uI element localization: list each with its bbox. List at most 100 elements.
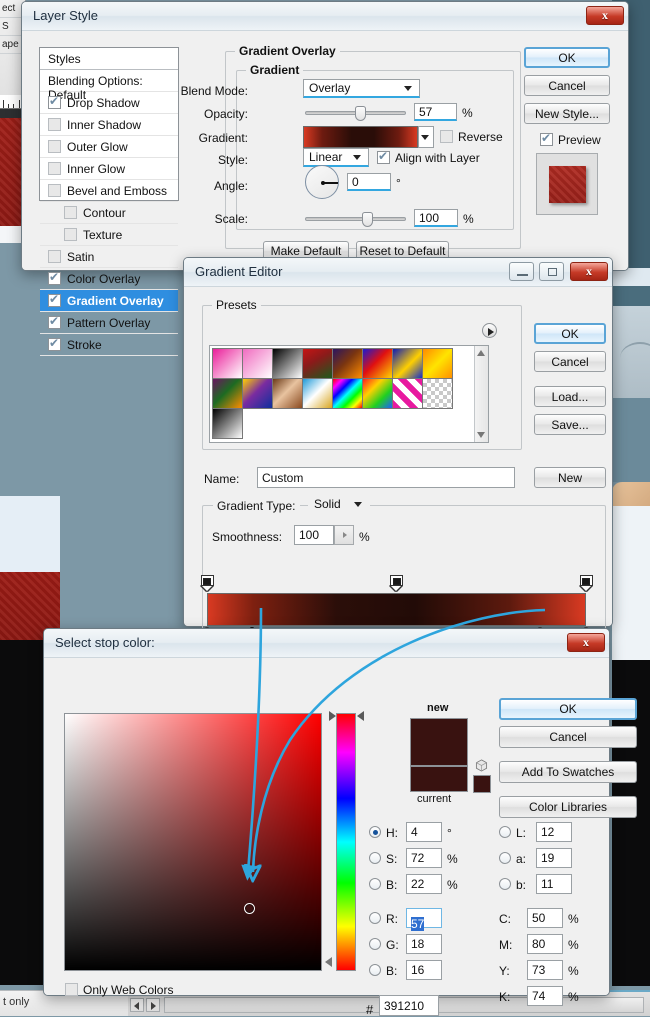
opacity-input[interactable]: 57: [414, 103, 457, 121]
style-list-item[interactable]: Outer Glow: [40, 136, 178, 158]
style-item-checkbox[interactable]: [48, 292, 61, 307]
style-item-checkbox[interactable]: [48, 94, 61, 109]
gradient-editor-titlebar[interactable]: Gradient Editor x: [184, 258, 612, 287]
style-list-item[interactable]: Drop Shadow: [40, 92, 178, 114]
color-mode-radio[interactable]: [369, 938, 381, 950]
opacity-slider-knob[interactable]: [355, 106, 366, 121]
gradient-preset[interactable]: [212, 348, 243, 379]
layer-style-titlebar[interactable]: Layer Style x: [22, 2, 628, 31]
gradient-preset[interactable]: [422, 378, 453, 409]
gradient-preview-swatch[interactable]: [303, 126, 418, 148]
color-field-input[interactable]: 72: [406, 848, 442, 868]
color-field-input[interactable]: 16: [406, 960, 442, 980]
style-list-item[interactable]: Color Overlay: [40, 268, 178, 290]
gradient-preset[interactable]: [302, 378, 333, 409]
color-field-input[interactable]: 22: [406, 874, 442, 894]
color-field-input[interactable]: 57: [406, 908, 442, 931]
gradient-editor-cancel-button[interactable]: Cancel: [534, 351, 606, 372]
gradient-picker-dropdown[interactable]: [418, 126, 434, 148]
gradient-preset[interactable]: [422, 348, 453, 379]
color-field-input[interactable]: 19: [536, 848, 572, 868]
color-field-input[interactable]: 12: [536, 822, 572, 842]
color-field-input[interactable]: 18: [406, 934, 442, 954]
layer-style-close-icon[interactable]: x: [586, 6, 624, 25]
gradient-preset[interactable]: [332, 378, 363, 409]
color-picker-close-icon[interactable]: x: [567, 633, 605, 652]
blend-mode-dropdown[interactable]: Overlay: [303, 79, 420, 98]
current-color-swatch[interactable]: [410, 766, 468, 792]
reverse-checkbox[interactable]: [440, 130, 453, 143]
presets-scrollbar[interactable]: [474, 346, 488, 442]
gradient-name-input[interactable]: Custom: [257, 467, 515, 488]
style-item-checkbox[interactable]: [64, 206, 77, 219]
color-libraries-button[interactable]: Color Libraries: [499, 796, 637, 818]
color-field-input[interactable]: 80: [527, 934, 563, 954]
load-button[interactable]: Load...: [534, 386, 606, 407]
maximize-icon[interactable]: [539, 262, 564, 281]
style-item-checkbox[interactable]: [48, 250, 61, 263]
out-of-gamut-warning-icon[interactable]: [475, 759, 488, 772]
style-list-item[interactable]: Blending Options: Default: [40, 70, 178, 102]
new-style-button[interactable]: New Style...: [524, 103, 610, 124]
style-list-item[interactable]: Texture: [40, 224, 178, 246]
gradient-strip[interactable]: [207, 593, 586, 626]
smoothness-stepper[interactable]: [334, 525, 354, 545]
presets-list[interactable]: [209, 345, 489, 443]
color-picker-titlebar[interactable]: Select stop color: x: [44, 629, 609, 658]
in-gamut-color-swatch[interactable]: [473, 775, 491, 793]
style-list-item[interactable]: Contour: [40, 202, 178, 224]
gradient-type-dropdown[interactable]: Solid: [308, 494, 370, 514]
gradient-preset[interactable]: [332, 348, 363, 379]
color-field-input[interactable]: 73: [527, 960, 563, 980]
color-field-input[interactable]: 4: [406, 822, 442, 842]
gradient-editor-close-icon[interactable]: x: [570, 262, 608, 281]
color-mode-radio[interactable]: [369, 912, 381, 924]
opacity-stop[interactable]: [200, 575, 214, 592]
saturation-brightness-field[interactable]: [64, 713, 322, 971]
color-mode-radio[interactable]: [369, 878, 381, 890]
gradient-preset[interactable]: [272, 348, 303, 379]
style-item-checkbox[interactable]: [48, 162, 61, 175]
add-to-swatches-button[interactable]: Add To Swatches: [499, 761, 637, 783]
presets-menu-icon[interactable]: [482, 323, 497, 338]
sv-cursor[interactable]: [243, 903, 255, 915]
only-web-colors-checkbox[interactable]: [65, 983, 78, 996]
style-list-item[interactable]: Inner Glow: [40, 158, 178, 180]
save-button[interactable]: Save...: [534, 414, 606, 435]
style-list-item[interactable]: Bevel and Emboss: [40, 180, 178, 202]
scroll-up-arrow-icon[interactable]: [477, 350, 485, 356]
style-item-checkbox[interactable]: [48, 184, 61, 197]
layer-style-cancel-button[interactable]: Cancel: [524, 75, 610, 96]
style-item-checkbox[interactable]: [48, 140, 61, 153]
color-field-input[interactable]: 74: [527, 986, 563, 1006]
gradient-preset[interactable]: [362, 378, 393, 409]
color-mode-radio[interactable]: [369, 826, 381, 838]
hue-slider[interactable]: [336, 713, 356, 971]
color-field-input[interactable]: 50: [527, 908, 563, 928]
color-mode-radio[interactable]: [369, 852, 381, 864]
color-mode-radio[interactable]: [499, 826, 511, 838]
scale-slider[interactable]: [305, 217, 406, 221]
opacity-stop[interactable]: [390, 575, 403, 592]
gradient-preset[interactable]: [242, 378, 273, 409]
gradient-editor-ok-button[interactable]: OK: [534, 323, 606, 344]
layer-style-ok-button[interactable]: OK: [524, 47, 610, 68]
color-picker-ok-button[interactable]: OK: [499, 698, 637, 720]
color-mode-radio[interactable]: [499, 852, 511, 864]
style-dropdown[interactable]: Linear: [303, 148, 369, 167]
style-item-checkbox[interactable]: [64, 228, 77, 241]
style-list-item[interactable]: Pattern Overlay: [40, 312, 178, 334]
style-list-item[interactable]: Stroke: [40, 334, 178, 356]
scale-input[interactable]: 100: [414, 209, 458, 227]
style-item-checkbox[interactable]: [48, 336, 61, 351]
align-with-layer-checkbox[interactable]: [377, 149, 390, 164]
angle-input[interactable]: 0: [347, 173, 391, 191]
style-list-item[interactable]: Gradient Overlay: [40, 290, 178, 312]
gradient-preset[interactable]: [392, 378, 423, 409]
gradient-preset[interactable]: [272, 378, 303, 409]
style-item-checkbox[interactable]: [48, 118, 61, 131]
style-list-item[interactable]: Inner Shadow: [40, 114, 178, 136]
gradient-preset[interactable]: [302, 348, 333, 379]
smoothness-input[interactable]: 100: [294, 525, 334, 545]
style-list-item[interactable]: Satin: [40, 246, 178, 268]
